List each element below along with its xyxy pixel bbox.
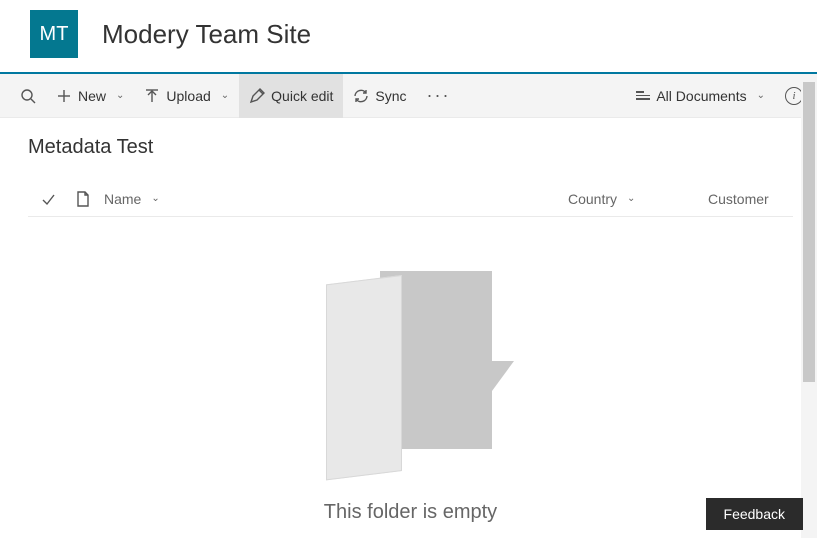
- chevron-down-icon: ⌄: [221, 90, 229, 101]
- command-bar: New ⌄ Upload ⌄ Quick edit Sync ··· All D…: [0, 74, 817, 118]
- ellipsis-icon: ···: [427, 85, 451, 106]
- document-icon: [75, 191, 91, 207]
- chevron-down-icon: ⌄: [757, 90, 765, 101]
- more-actions-button[interactable]: ···: [417, 74, 461, 118]
- new-button[interactable]: New ⌄: [46, 74, 134, 118]
- chevron-down-icon: ⌄: [151, 193, 159, 204]
- chevron-down-icon: ⌄: [116, 90, 124, 101]
- file-type-column[interactable]: [68, 191, 98, 207]
- select-all-toggle[interactable]: [28, 191, 68, 207]
- view-label: All Documents: [656, 88, 746, 104]
- country-column-header[interactable]: Country ⌄: [568, 191, 708, 207]
- upload-label: Upload: [166, 88, 210, 104]
- name-column-label: Name: [104, 191, 141, 207]
- library-content: Metadata Test Name ⌄ Country ⌄ Customer …: [0, 118, 817, 532]
- library-title: Metadata Test: [28, 136, 793, 159]
- quick-edit-label: Quick edit: [271, 88, 333, 104]
- pencil-icon: [249, 88, 265, 104]
- search-button[interactable]: [10, 74, 46, 118]
- upload-icon: [144, 88, 160, 104]
- feedback-button[interactable]: Feedback: [706, 498, 803, 530]
- site-header: MT Modery Team Site: [0, 0, 817, 74]
- view-selector[interactable]: All Documents ⌄: [626, 74, 775, 118]
- sync-button[interactable]: Sync: [343, 74, 416, 118]
- empty-folder-icon: [326, 271, 496, 471]
- search-icon: [20, 88, 36, 104]
- customer-column-label: Customer: [708, 191, 769, 207]
- chevron-down-icon: ⌄: [627, 193, 635, 204]
- plus-icon: [56, 88, 72, 104]
- sync-icon: [353, 88, 369, 104]
- column-header-row: Name ⌄ Country ⌄ Customer: [28, 181, 793, 217]
- customer-column-header[interactable]: Customer: [708, 191, 788, 207]
- name-column-header[interactable]: Name ⌄: [98, 191, 568, 207]
- country-column-label: Country: [568, 191, 617, 207]
- sync-label: Sync: [375, 88, 406, 104]
- site-logo[interactable]: MT: [30, 10, 78, 58]
- empty-folder-message: This folder is empty: [324, 501, 497, 524]
- check-icon: [40, 191, 56, 207]
- quick-edit-button[interactable]: Quick edit: [239, 74, 343, 118]
- empty-folder-state: This folder is empty: [28, 217, 793, 530]
- site-title[interactable]: Modery Team Site: [102, 19, 311, 50]
- new-label: New: [78, 88, 106, 104]
- upload-button[interactable]: Upload ⌄: [134, 74, 239, 118]
- list-view-icon: [636, 91, 650, 100]
